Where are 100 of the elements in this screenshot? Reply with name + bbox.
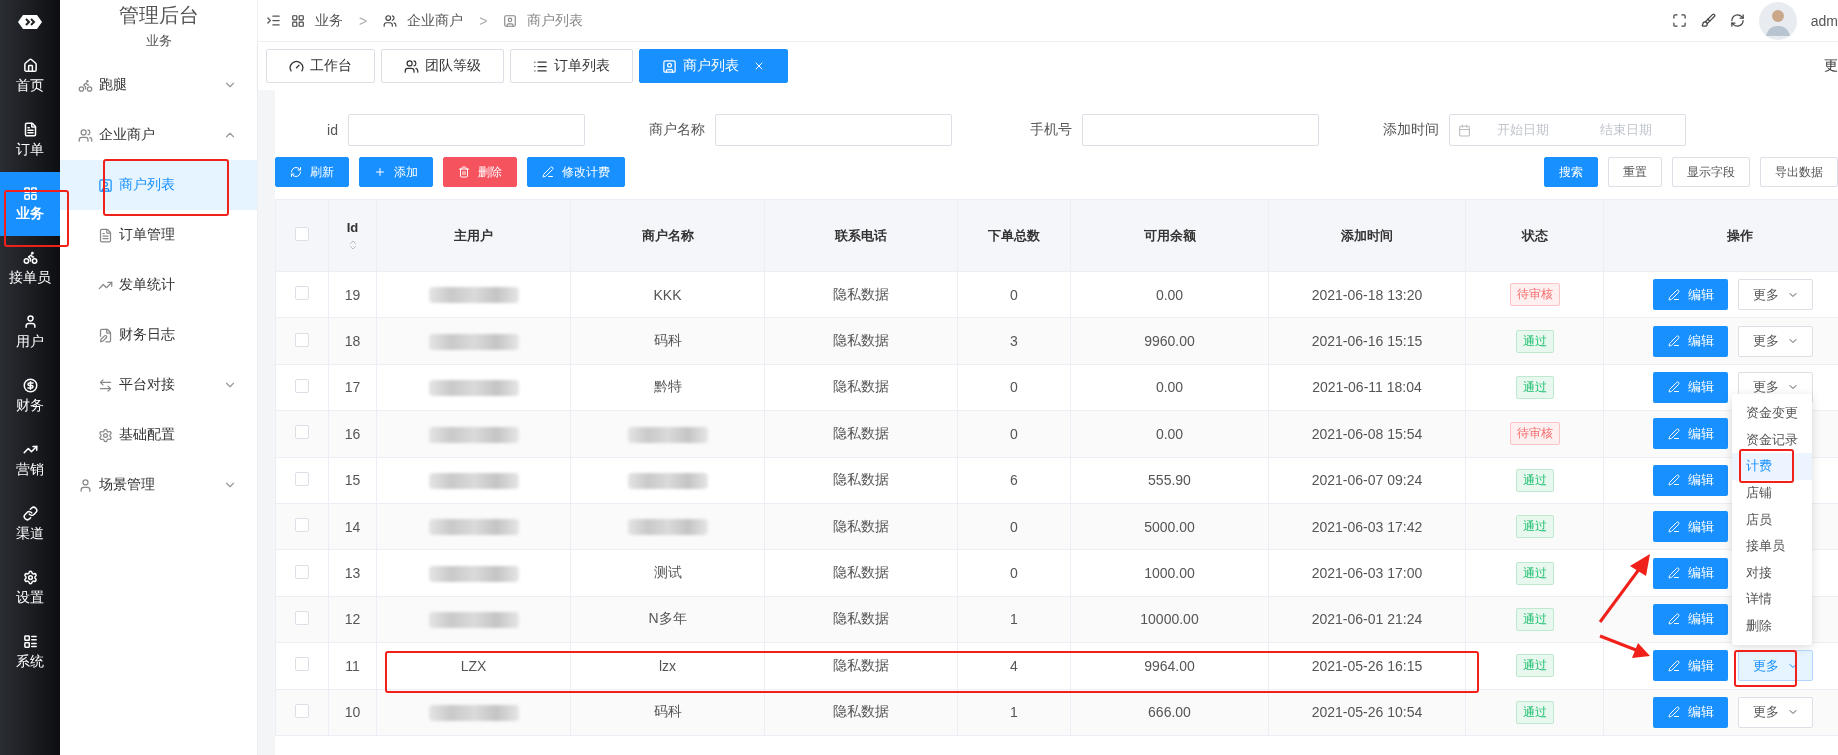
rail-item[interactable]: 接单员	[0, 236, 60, 300]
brush-icon[interactable]	[1700, 13, 1716, 28]
dropdown-item[interactable]: 店员	[1732, 506, 1812, 533]
settings-icon	[22, 569, 38, 585]
submenu-item[interactable]: 平台对接	[60, 360, 257, 410]
rail-item[interactable]: 用户	[0, 300, 60, 364]
rail-item[interactable]: 财务	[0, 364, 60, 428]
calendar-icon	[1458, 123, 1471, 137]
column-header[interactable]: Id	[346, 220, 359, 235]
column-header: 商户名称	[641, 227, 694, 243]
row-checkbox[interactable]	[295, 703, 309, 718]
dropdown-item[interactable]: 详情	[1732, 586, 1812, 613]
breadcrumb-item[interactable]: 业务	[315, 11, 343, 30]
swap-icon	[98, 377, 113, 393]
table-cell: lzx	[658, 657, 677, 674]
table-cell: 0	[1010, 286, 1018, 303]
coin-icon	[22, 377, 38, 393]
refresh-icon[interactable]	[1729, 13, 1745, 28]
dropdown-item[interactable]: 接单员	[1732, 532, 1812, 560]
table-cell: 4	[1010, 657, 1018, 674]
column-header: 联系电话	[835, 227, 887, 243]
row-checkbox[interactable]	[295, 332, 309, 347]
table-cell: 1	[1010, 611, 1018, 628]
logo-icon	[17, 14, 43, 30]
list-icon	[22, 633, 38, 649]
page-tab[interactable]: 团队等级	[381, 49, 504, 83]
submenu-item[interactable]: 发单统计	[60, 260, 257, 310]
table-cell: LZX	[460, 657, 487, 674]
menu-toggle-icon[interactable]	[266, 13, 281, 28]
section-title: 业务	[145, 32, 172, 50]
table-cell: 隐私数据	[833, 564, 889, 581]
submenu-item[interactable]: 订单管理	[60, 210, 257, 260]
rail-item[interactable]: 首页	[0, 44, 60, 108]
more-button[interactable]: 更多	[1738, 696, 1813, 728]
row-checkbox[interactable]	[295, 657, 309, 672]
tabs-more[interactable]: 更	[1824, 57, 1838, 75]
row-checkbox[interactable]	[295, 286, 309, 301]
select-all-checkbox[interactable]	[295, 227, 309, 241]
plus-icon	[374, 166, 386, 178]
table-cell: 2021-05-26 10:54	[1311, 704, 1423, 721]
breadcrumb-item[interactable]: 商户列表	[527, 11, 584, 30]
submenu-item[interactable]: 财务日志	[60, 310, 257, 360]
breadcrumb-separator: >	[359, 12, 368, 29]
table-cell: 隐私数据	[833, 610, 889, 627]
pen-icon	[1667, 288, 1680, 301]
more-button[interactable]: 更多	[1738, 325, 1813, 357]
toolbar-button[interactable]: 显示字段	[1672, 157, 1750, 187]
breadcrumb-separator: >	[479, 12, 488, 29]
toolbar-button[interactable]: 导出数据	[1760, 157, 1838, 187]
table-cell: 隐私数据	[833, 656, 889, 673]
app-title: 管理后台	[117, 3, 200, 28]
dropdown-item[interactable]: 删除	[1732, 612, 1812, 640]
breadcrumb-item[interactable]: 企业商户	[407, 11, 464, 30]
table-cell: 2021-06-03 17:00	[1311, 565, 1423, 582]
user-card-icon	[503, 13, 518, 28]
menu-item[interactable]: 跑腿	[60, 60, 257, 110]
fullscreen-icon[interactable]	[1671, 13, 1687, 28]
rail-item[interactable]: 渠道	[0, 492, 60, 556]
pen-icon	[1667, 474, 1680, 487]
dropdown-item[interactable]: 对接	[1732, 559, 1812, 587]
input-field[interactable]	[1082, 114, 1319, 146]
table-cell: 6	[1010, 472, 1018, 489]
more-button[interactable]: 更多	[1738, 279, 1813, 311]
menu-item[interactable]: 场景管理	[60, 460, 257, 510]
row-checkbox[interactable]	[295, 471, 309, 486]
field-label: id	[326, 122, 338, 138]
table-cell: 0	[1010, 425, 1018, 442]
trash-icon	[458, 166, 470, 178]
row-checkbox[interactable]	[295, 518, 309, 533]
row-checkbox[interactable]	[295, 378, 309, 393]
input-field[interactable]	[715, 114, 952, 146]
toolbar-button[interactable]: 重置	[1608, 157, 1662, 187]
rail-item[interactable]: 营销	[0, 428, 60, 492]
avatar-icon[interactable]	[1758, 1, 1797, 40]
rail-item[interactable]: 设置	[0, 556, 60, 620]
table-cell: 2021-06-03 17:42	[1311, 518, 1423, 535]
rail-item[interactable]: 订单	[0, 108, 60, 172]
page-tab[interactable]: 工作台	[266, 49, 375, 83]
column-header: 可用余额	[1143, 227, 1196, 243]
column-header: 状态	[1521, 227, 1548, 243]
pen-icon	[542, 166, 554, 178]
rail-item[interactable]: 系统	[0, 620, 60, 684]
submenu-item[interactable]: 基础配置	[60, 410, 257, 460]
table-cell: 2021-06-07 09:24	[1311, 472, 1423, 489]
users-icon	[404, 58, 419, 74]
dropdown-item[interactable]: 资金变更	[1732, 400, 1812, 427]
table-cell: 9960.00	[1144, 333, 1195, 350]
input-field[interactable]	[348, 114, 585, 146]
table-cell: 隐私数据	[833, 471, 889, 488]
table-cell: 0.00	[1155, 379, 1184, 396]
user-name[interactable]: adm	[1810, 12, 1838, 29]
table-cell: 15	[344, 472, 361, 489]
menu-item[interactable]: 企业商户	[60, 110, 257, 160]
row-checkbox[interactable]	[295, 610, 309, 625]
row-checkbox[interactable]	[295, 425, 309, 440]
page-tab[interactable]: 订单列表	[510, 49, 633, 83]
close-icon[interactable]	[753, 60, 765, 72]
row-checkbox[interactable]	[295, 564, 309, 579]
list-icon	[533, 58, 548, 74]
table-cell: 14	[344, 518, 361, 535]
